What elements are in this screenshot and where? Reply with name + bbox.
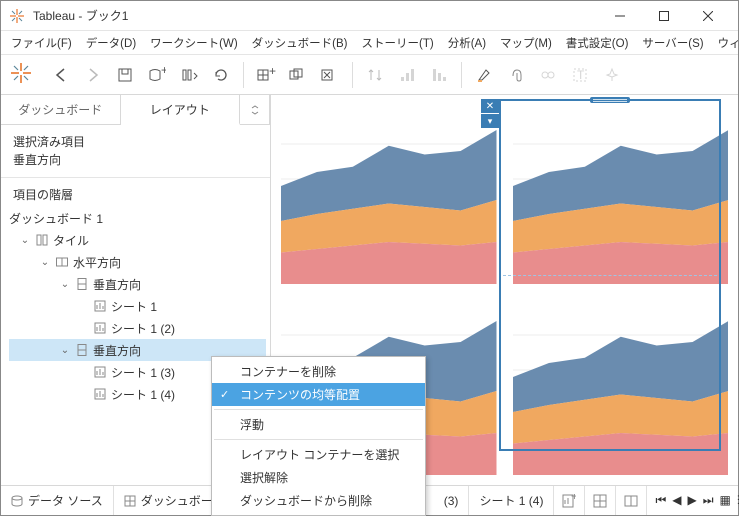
caret-down-icon[interactable]: ⌄ — [19, 235, 31, 246]
bottom-data-source[interactable]: データ ソース — [1, 486, 114, 515]
attach-button[interactable] — [502, 61, 530, 89]
sheet-icon — [93, 365, 107, 379]
bottom-sheet-3[interactable]: (3) — [434, 486, 470, 515]
pin-button[interactable] — [598, 61, 626, 89]
vertical-icon — [75, 343, 89, 357]
data-source-icon — [11, 495, 23, 507]
dashboard-icon — [124, 495, 136, 507]
check-icon: ✓ — [220, 388, 229, 401]
tree-sheet-1-2[interactable]: シート 1 (2) — [9, 317, 266, 339]
forward-button[interactable] — [79, 61, 107, 89]
hierarchy-title: 項目の階層 — [1, 178, 270, 205]
maximize-button[interactable] — [642, 2, 686, 30]
tab-dashboard[interactable]: ダッシュボード — [1, 95, 121, 124]
nav-last-icon[interactable]: ⏭ — [703, 493, 714, 508]
svg-text:T: T — [577, 68, 585, 82]
back-button[interactable] — [47, 61, 75, 89]
selected-items-value: 垂直方向 — [13, 151, 258, 169]
context-remove-from-dashboard[interactable]: ダッシュボードから削除 — [212, 489, 425, 512]
menu-map[interactable]: マップ(M) — [494, 33, 558, 53]
horizontal-icon — [55, 255, 69, 269]
vertical-icon — [75, 277, 89, 291]
clear-button[interactable] — [316, 61, 344, 89]
tree-sheet-1[interactable]: シート 1 — [9, 295, 266, 317]
new-story-button[interactable] — [616, 486, 647, 515]
caret-down-icon[interactable]: ⌄ — [39, 257, 51, 268]
swap-button[interactable] — [361, 61, 389, 89]
menu-server[interactable]: サーバー(S) — [636, 33, 709, 53]
sheet-icon — [93, 299, 107, 313]
grid-view-icon[interactable]: ▦ — [720, 493, 731, 508]
status-icons: ⏮ ◀ ▶ ⏭ ▦ ☰ — [647, 493, 739, 508]
selected-items-section: 選択済み項目 垂直方向 — [1, 125, 270, 178]
menubar: ファイル(F) データ(D) ワークシート(W) ダッシュボード(B) ストーリ… — [1, 31, 738, 55]
svg-text:+: + — [571, 494, 576, 503]
nav-prev-icon[interactable]: ◀ — [672, 493, 681, 508]
close-button[interactable] — [686, 2, 730, 30]
new-sheet-button[interactable]: + — [554, 486, 585, 515]
toolbar: + + T — [1, 55, 738, 95]
sheet-icon — [93, 321, 107, 335]
svg-text:+: + — [269, 67, 276, 78]
sort-asc-button[interactable] — [393, 61, 421, 89]
tile-icon — [35, 233, 49, 247]
new-dashboard-button[interactable] — [585, 486, 616, 515]
caret-down-icon[interactable]: ⌄ — [59, 345, 71, 356]
save-button[interactable] — [111, 61, 139, 89]
new-worksheet-button[interactable]: + — [252, 61, 280, 89]
new-data-button[interactable]: + — [143, 61, 171, 89]
titlebar: Tableau - ブック1 — [1, 1, 738, 31]
nav-first-icon[interactable]: ⏮ — [655, 493, 666, 508]
context-menu: コンテナーを削除 ✓ コンテンツの均等配置 浮動 レイアウト コンテナーを選択 … — [211, 356, 426, 516]
tableau-brand-icon[interactable] — [9, 61, 37, 89]
tableau-logo-icon — [9, 8, 25, 24]
svg-text:+: + — [161, 67, 166, 77]
window-title: Tableau - ブック1 — [33, 7, 598, 24]
tree-dashboard-root[interactable]: ダッシュボード 1 — [9, 207, 266, 229]
nav-next-icon[interactable]: ▶ — [688, 493, 697, 508]
minimize-button[interactable] — [598, 2, 642, 30]
text-button[interactable]: T — [566, 61, 594, 89]
chart-sheet-1[interactable] — [281, 109, 497, 284]
highlight-button[interactable] — [470, 61, 498, 89]
refresh-button[interactable] — [207, 61, 235, 89]
divider-line — [503, 275, 717, 276]
tab-expand[interactable] — [240, 95, 270, 124]
tree-vertical-1[interactable]: ⌄ 垂直方向 — [9, 273, 266, 295]
context-select-container[interactable]: レイアウト コンテナーを選択 — [212, 443, 425, 466]
context-deselect[interactable]: 選択解除 — [212, 466, 425, 489]
context-floating[interactable]: 浮動 — [212, 413, 425, 436]
sort-desc-button[interactable] — [425, 61, 453, 89]
menu-analysis[interactable]: 分析(A) — [442, 33, 492, 53]
menu-file[interactable]: ファイル(F) — [5, 33, 78, 53]
tree-horizontal[interactable]: ⌄ 水平方向 — [9, 251, 266, 273]
selection-container[interactable]: ✕ ▾ — [499, 99, 721, 451]
menu-dashboard[interactable]: ダッシュボード(B) — [246, 33, 354, 53]
menu-window[interactable]: ウィンドウ(N) — [712, 33, 739, 53]
context-distribute[interactable]: ✓ コンテンツの均等配置 — [212, 383, 425, 406]
selected-items-title: 選択済み項目 — [13, 133, 258, 151]
bottom-sheet-4[interactable]: シート 1 (4) — [469, 486, 554, 515]
bottom-dashboard-tab[interactable]: ダッシュボー — [114, 486, 224, 515]
context-delete-container[interactable]: コンテナーを削除 — [212, 360, 425, 383]
menu-story[interactable]: ストーリー(T) — [356, 33, 440, 53]
menu-data[interactable]: データ(D) — [80, 33, 142, 53]
group-button[interactable] — [534, 61, 562, 89]
selection-menu-icon[interactable]: ▾ — [481, 114, 499, 128]
caret-down-icon[interactable]: ⌄ — [59, 279, 71, 290]
pause-button[interactable] — [175, 61, 203, 89]
selection-close-icon[interactable]: ✕ — [481, 99, 499, 113]
menu-format[interactable]: 書式設定(O) — [560, 33, 635, 53]
menu-worksheet[interactable]: ワークシート(W) — [144, 33, 244, 53]
tab-layout[interactable]: レイアウト — [121, 95, 241, 125]
sheet-icon — [93, 387, 107, 401]
duplicate-button[interactable] — [284, 61, 312, 89]
tree-tile[interactable]: ⌄ タイル — [9, 229, 266, 251]
